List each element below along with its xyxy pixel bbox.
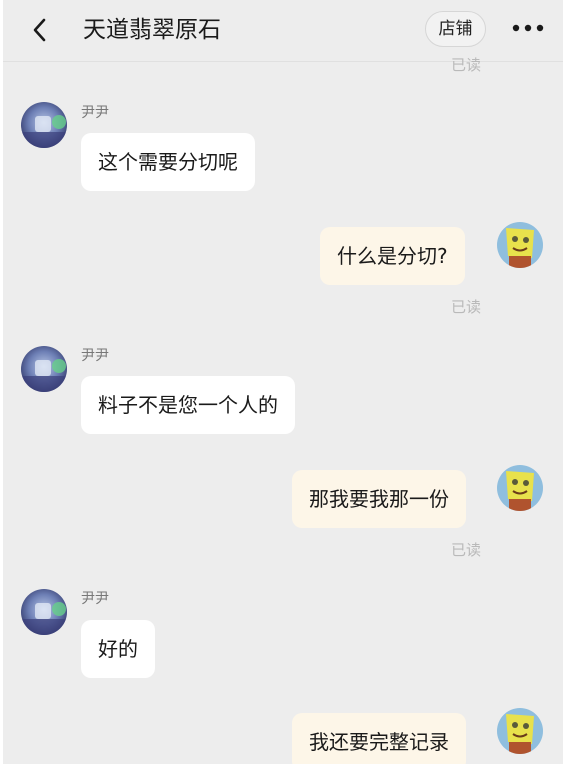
outgoing-message-bubble[interactable]: 什么是分切?: [320, 227, 465, 285]
merchant-avatar-image: [21, 589, 67, 635]
sender-name: 尹尹: [81, 348, 109, 364]
sender-name: 尹尹: [81, 591, 109, 607]
chat-screen: 天道翡翠原石 店铺 已读 尹尹 这个需要分切呢 什么是分切? 已读 尹尹 料子不…: [3, 0, 563, 764]
user-avatar-image: [497, 465, 543, 511]
user-avatar[interactable]: [497, 222, 543, 268]
merchant-avatar[interactable]: [21, 589, 67, 635]
user-avatar-image: [497, 708, 543, 754]
merchant-avatar-image: [21, 346, 67, 392]
user-avatar[interactable]: [497, 708, 543, 754]
user-avatar-image: [497, 222, 543, 268]
outgoing-message-bubble[interactable]: 我还要完整记录: [292, 713, 466, 764]
chat-title: 天道翡翠原石: [83, 17, 221, 43]
incoming-message-bubble[interactable]: 料子不是您一个人的: [81, 376, 295, 434]
chat-header: 天道翡翠原石 店铺: [3, 0, 563, 62]
user-avatar[interactable]: [497, 465, 543, 511]
read-receipt: 已读: [451, 298, 482, 316]
more-icon[interactable]: [511, 21, 545, 35]
incoming-message-bubble[interactable]: 这个需要分切呢: [81, 133, 255, 191]
merchant-avatar-image: [21, 102, 67, 148]
sender-name: 尹尹: [81, 105, 109, 121]
read-receipt: 已读: [451, 541, 482, 559]
merchant-avatar[interactable]: [21, 346, 67, 392]
store-button[interactable]: 店铺: [425, 11, 486, 47]
back-icon[interactable]: [27, 16, 55, 44]
incoming-message-bubble[interactable]: 好的: [81, 620, 155, 678]
outgoing-message-bubble[interactable]: 那我要我那一份: [292, 470, 466, 528]
read-receipt: 已读: [451, 56, 482, 74]
merchant-avatar[interactable]: [21, 102, 67, 148]
